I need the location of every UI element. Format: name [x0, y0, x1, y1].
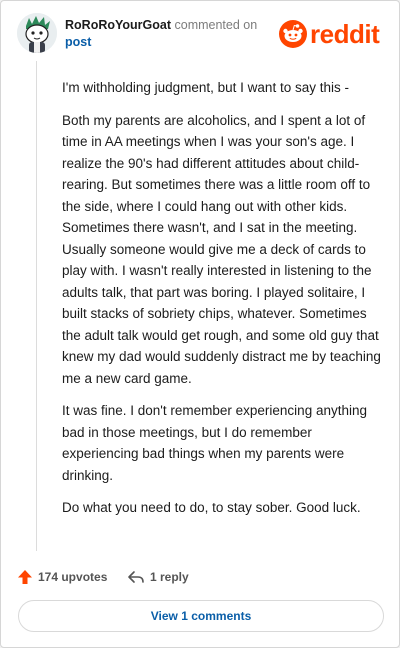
reply-count: 1 reply: [150, 570, 189, 584]
comment-body: I'm withholding judgment, but I want to …: [62, 77, 382, 530]
comment-actions: 174 upvotes 1 reply: [17, 567, 377, 587]
comment-paragraph: I'm withholding judgment, but I want to …: [62, 80, 349, 95]
comment-author-line: RoRoRoYourGoat commented on: [65, 18, 257, 32]
reply-arrow-icon: [128, 571, 144, 583]
comment-paragraph: Both my parents are alcoholics, and I sp…: [62, 112, 381, 386]
upvote-button[interactable]: 174 upvotes: [17, 567, 107, 587]
author-username[interactable]: RoRoRoYourGoat: [65, 18, 171, 32]
upvote-arrow-icon: [18, 570, 32, 584]
comment-header: RoRoRoYourGoat commented on post reddit: [15, 13, 387, 55]
view-comments-button[interactable]: View 1 comments: [18, 600, 384, 632]
post-link[interactable]: post: [65, 35, 91, 49]
user-avatar[interactable]: [17, 13, 57, 53]
reddit-alien-icon: [279, 20, 307, 48]
upvote-count: 174 upvotes: [38, 570, 108, 584]
reddit-logo: reddit: [279, 17, 387, 51]
avatar-illustration: [17, 13, 57, 53]
comment-paragraph: Do what you need to do, to stay sober. G…: [62, 500, 361, 515]
reddit-wordmark: reddit: [310, 19, 380, 49]
reply-button[interactable]: 1 reply: [127, 567, 189, 587]
comment-card: RoRoRoYourGoat commented on post reddit …: [0, 0, 400, 648]
comment-paragraph: It was fine. I don't remember experienci…: [62, 403, 367, 483]
comment-action-text: commented on: [174, 18, 258, 32]
thread-line: [36, 61, 37, 551]
